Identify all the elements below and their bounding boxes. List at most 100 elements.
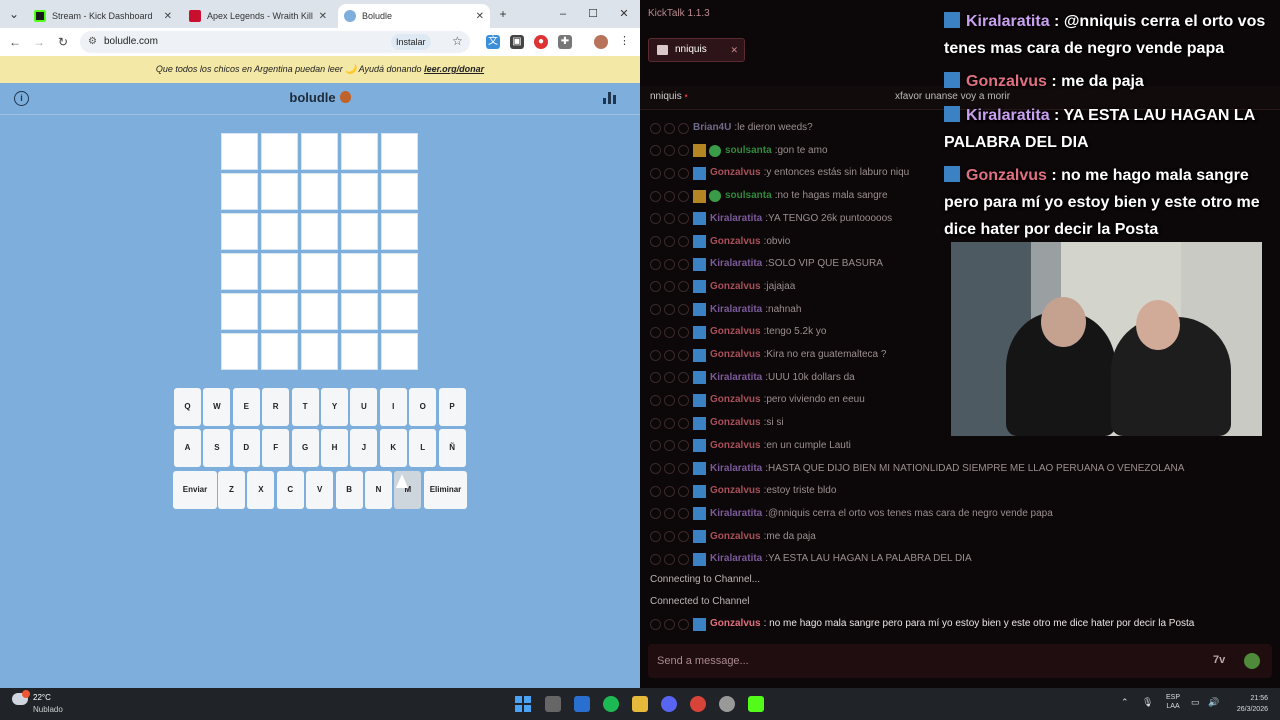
address-bar[interactable]: ⚙ boludle.com Instalar ☆ [80, 31, 470, 53]
message-actions[interactable] [650, 281, 689, 293]
chrome-icon[interactable] [690, 696, 706, 712]
microphone-icon[interactable]: 🎙 [1142, 697, 1153, 708]
maximize-icon[interactable]: ☐ [582, 5, 604, 23]
banner-link[interactable]: leer.org/donar [424, 64, 484, 74]
message-actions[interactable] [650, 372, 689, 384]
key-r[interactable]: R [262, 388, 290, 426]
message-actions[interactable] [650, 553, 689, 565]
start-windows-icon[interactable] [515, 696, 531, 712]
chat-username[interactable]: Gonzalvus [710, 481, 761, 501]
chat-username[interactable]: Kiralaratita [710, 504, 762, 524]
channel-tab[interactable]: nniquis ✕ [648, 38, 745, 62]
message-actions[interactable] [650, 485, 689, 497]
close-tab-icon[interactable]: ✕ [164, 11, 172, 22]
message-actions[interactable] [650, 167, 689, 179]
key-a[interactable]: A [174, 429, 201, 467]
key-h[interactable]: H [321, 429, 348, 467]
back-icon[interactable]: ← [6, 33, 24, 51]
emote-icon[interactable]: 7v [1213, 654, 1225, 666]
chat-username[interactable]: Gonzalvus [710, 436, 761, 456]
tab-search-icon[interactable]: ⌄ [5, 5, 23, 23]
message-actions[interactable] [650, 213, 689, 225]
chat-username[interactable]: soulsanta [725, 186, 772, 206]
key-s[interactable]: S [203, 429, 231, 467]
task-view-icon[interactable] [545, 696, 561, 712]
forward-icon[interactable]: → [30, 33, 48, 51]
close-tab-icon[interactable]: ✕ [476, 11, 484, 22]
key-b[interactable]: B [335, 471, 363, 509]
screenshot-extension-icon[interactable]: ▣ [510, 35, 524, 49]
message-actions[interactable] [650, 258, 689, 270]
tab-boludle[interactable]: Boludle ✕ [338, 4, 490, 28]
key-j[interactable]: J [350, 429, 378, 467]
face-icon[interactable] [1244, 653, 1260, 669]
profile-avatar[interactable] [594, 35, 608, 49]
key-o[interactable]: O [409, 388, 437, 426]
key-w[interactable]: W [203, 388, 231, 426]
close-window-icon[interactable]: ✕ [613, 5, 635, 23]
minimize-icon[interactable]: – [552, 5, 574, 23]
key-ñ[interactable]: Ñ [438, 429, 466, 467]
message-input[interactable]: Send a message... 7v [648, 644, 1272, 678]
key-p[interactable]: P [438, 388, 466, 426]
chat-username[interactable]: Gonzalvus [710, 527, 761, 547]
key-y[interactable]: Y [321, 388, 348, 426]
chat-username[interactable]: Kiralaratita [710, 254, 762, 274]
enter-key[interactable]: Enviar [173, 471, 217, 509]
reload-icon[interactable]: ↻ [54, 33, 72, 51]
message-actions[interactable] [650, 394, 689, 406]
message-actions[interactable] [650, 145, 689, 157]
spotify-icon[interactable] [603, 696, 619, 712]
message-actions[interactable] [650, 463, 689, 474]
key-z[interactable]: Z [218, 471, 245, 509]
chat-username[interactable]: Gonzalvus [710, 413, 761, 433]
install-button[interactable]: Instalar [391, 34, 431, 50]
message-actions[interactable] [650, 122, 689, 134]
url-text[interactable]: boludle.com [104, 36, 158, 47]
extensions-puzzle-icon[interactable]: ✚ [558, 35, 572, 49]
key-l[interactable]: L [409, 429, 437, 467]
close-tab-icon[interactable]: ✕ [319, 11, 327, 22]
stats-icon[interactable] [603, 92, 617, 104]
network-icon[interactable]: ▭ [1191, 697, 1200, 708]
adblock-extension-icon[interactable]: ● [534, 35, 548, 49]
system-clock[interactable]: 21:56 26/3/2026 [1228, 693, 1268, 715]
key-x[interactable]: X [247, 471, 275, 509]
message-actions[interactable] [650, 508, 689, 520]
key-t[interactable]: T [291, 388, 319, 426]
key-i[interactable]: I [379, 388, 407, 426]
obs-icon[interactable] [719, 696, 735, 712]
new-tab-icon[interactable]: + [494, 5, 512, 23]
message-actions[interactable] [650, 326, 689, 338]
chat-username[interactable]: Brian4U [693, 118, 731, 138]
key-u[interactable]: U [350, 388, 378, 426]
tab-apex-legends[interactable]: Apex Legends - Wraith Kills Le ✕ [183, 4, 333, 28]
chat-username[interactable]: Kiralaratita [710, 300, 762, 320]
chat-username[interactable]: Gonzalvus [710, 345, 761, 365]
browser-menu-icon[interactable]: ⋮ [619, 34, 630, 47]
key-k[interactable]: K [379, 429, 407, 467]
message-actions[interactable] [650, 190, 689, 202]
key-c[interactable]: C [276, 471, 304, 509]
key-n[interactable]: N [365, 471, 392, 509]
tab-kick-dashboard[interactable]: Stream - Kick Dashboard ✕ [28, 4, 178, 28]
chat-username[interactable]: Gonzalvus [710, 614, 761, 634]
message-actions[interactable] [650, 236, 689, 247]
key-e[interactable]: E [232, 388, 260, 426]
chat-username[interactable]: Gonzalvus [710, 322, 761, 342]
translate-extension-icon[interactable]: 文 [486, 35, 500, 49]
discord-icon[interactable] [661, 696, 677, 712]
key-d[interactable]: D [232, 429, 260, 467]
tray-overflow-icon[interactable]: ⌃ [1121, 697, 1129, 708]
key-v[interactable]: V [306, 471, 334, 509]
chat-username[interactable]: Kiralaratita [710, 549, 762, 569]
volume-icon[interactable]: 🔊 [1208, 697, 1219, 708]
key-q[interactable]: Q [174, 388, 201, 426]
weather-condition[interactable]: Nublado [33, 705, 63, 714]
chat-username[interactable]: Kiralaratita [710, 209, 762, 229]
chat-username[interactable]: Gonzalvus [710, 232, 761, 252]
message-actions[interactable] [650, 304, 689, 316]
key-g[interactable]: G [291, 429, 319, 467]
delete-key[interactable]: Eliminar [424, 471, 467, 509]
close-tab-icon[interactable]: ✕ [730, 39, 738, 61]
